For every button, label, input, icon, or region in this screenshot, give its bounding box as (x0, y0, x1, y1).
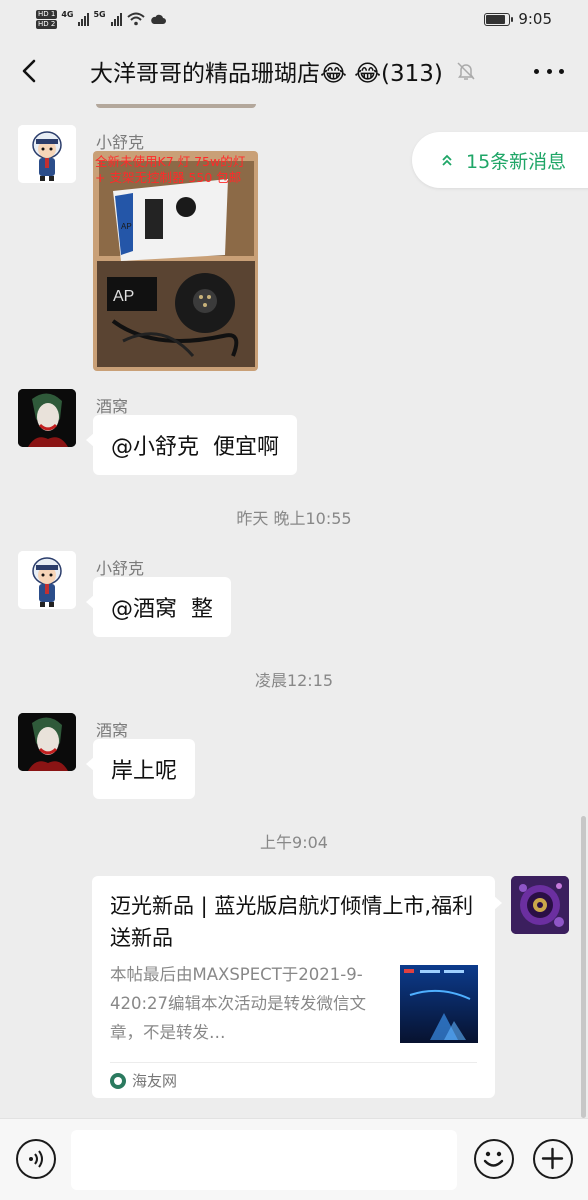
sender-name: 小舒克 (96, 133, 145, 152)
status-time: 9:05 (518, 10, 552, 28)
chat-title: 大洋哥哥的精品珊瑚店😂 😂(313) (90, 61, 443, 87)
link-card-source: 海友网 (110, 1070, 177, 1091)
input-bar (0, 1118, 588, 1200)
message-bubble[interactable]: @酒窝 整 (86, 577, 231, 637)
chat-scrollbar[interactable] (581, 816, 586, 1118)
avatar-image (18, 551, 76, 609)
link-card-title: 迈光新品 | 蓝光版启航灯倾情上市,福利送新品 (110, 894, 474, 950)
avatar-jiuwo[interactable] (18, 713, 76, 771)
avatar-image (511, 876, 569, 934)
new-messages-button[interactable]: 15条新消息 (412, 132, 588, 188)
source-logo-icon (110, 1072, 126, 1089)
emoji-button[interactable] (474, 1139, 514, 1179)
message-input[interactable] (71, 1130, 457, 1190)
signal-icon (110, 12, 122, 26)
chat-area[interactable]: 小舒克 AP AP 全新未使用K7 灯 75w的灯 + 支架无控制器 550 包… (0, 104, 588, 1118)
message-image[interactable]: AP AP 全新未使用K7 灯 75w的灯 + 支架无控制器 550 包邮 (93, 151, 258, 371)
image-caption: 全新未使用K7 灯 75w的灯 + 支架无控制器 550 包邮 (95, 154, 246, 185)
link-card-description: 本帖最后由MAXSPECT于2021-9-420:27编辑本次活动是转发微信文章… (110, 965, 367, 1042)
status-bar: HD 1 HD 2 4G 5G 9:05 (0, 0, 588, 38)
plus-circle-icon (541, 1147, 564, 1170)
title-bar: 大洋哥哥的精品珊瑚店😂 😂(313) (0, 38, 588, 104)
emoji-icon (483, 1151, 504, 1167)
cloud-icon (150, 14, 166, 24)
thumbnail-image (400, 965, 478, 1043)
battery-icon (484, 12, 514, 26)
chevron-left-icon (22, 59, 36, 83)
hd-badge-2: HD 2 (36, 19, 58, 29)
timestamp: 上午9:04 (260, 833, 328, 852)
timestamp: 昨天 晚上10:55 (236, 509, 352, 528)
wifi-icon (126, 12, 145, 26)
avatar-image (18, 125, 76, 183)
plus-button[interactable] (533, 1139, 573, 1179)
previous-image-edge (96, 104, 256, 108)
sender-name: 酒窝 (96, 397, 129, 416)
more-dots-icon (534, 68, 539, 74)
message-bubble[interactable]: 岸上呢 (85, 739, 196, 799)
link-card-thumbnail (400, 965, 478, 1043)
more-dots-icon (546, 68, 552, 74)
link-card-divider (110, 1062, 477, 1063)
bell-muted-icon (457, 62, 475, 80)
more-dots-icon (559, 68, 564, 74)
svg-text:AP: AP (121, 222, 132, 231)
network-label-2: 5G (93, 9, 106, 19)
avatar-xiaoshuke[interactable] (18, 551, 76, 609)
signal-icon (78, 12, 90, 26)
network-label-1: 4G (61, 9, 74, 19)
double-chevron-up-icon (442, 154, 452, 166)
avatar-image (18, 389, 76, 447)
avatar-jiuwo[interactable] (18, 389, 76, 447)
avatar-xiaoshuke[interactable] (18, 125, 76, 183)
sender-name: 酒窝 (96, 721, 129, 740)
link-card-source-name: 海友网 (132, 1072, 178, 1090)
link-card[interactable]: 迈光新品 | 蓝光版启航灯倾情上市,福利送新品 本帖最后由MAXSPECT于20… (92, 876, 502, 1098)
status-left: HD 1 HD 2 4G 5G (36, 9, 166, 29)
sender-name: 小舒克 (96, 559, 145, 578)
avatar-self[interactable] (511, 876, 569, 934)
more-button[interactable] (534, 58, 564, 84)
battery-fill (486, 14, 505, 24)
voice-button[interactable] (16, 1139, 56, 1179)
timestamp: 凌晨12:15 (254, 671, 334, 690)
voice-icon (29, 1150, 43, 1168)
new-messages-label: 15条新消息 (466, 150, 567, 173)
svg-text:AP: AP (113, 288, 134, 305)
back-button[interactable] (0, 38, 60, 104)
status-right: 9:05 (484, 10, 552, 28)
message-bubble[interactable]: @小舒克 便宜啊 (86, 415, 297, 475)
avatar-image (18, 713, 76, 771)
hd-badge-1: HD 1 (36, 9, 58, 19)
hd-badges: HD 1 HD 2 (36, 9, 58, 29)
